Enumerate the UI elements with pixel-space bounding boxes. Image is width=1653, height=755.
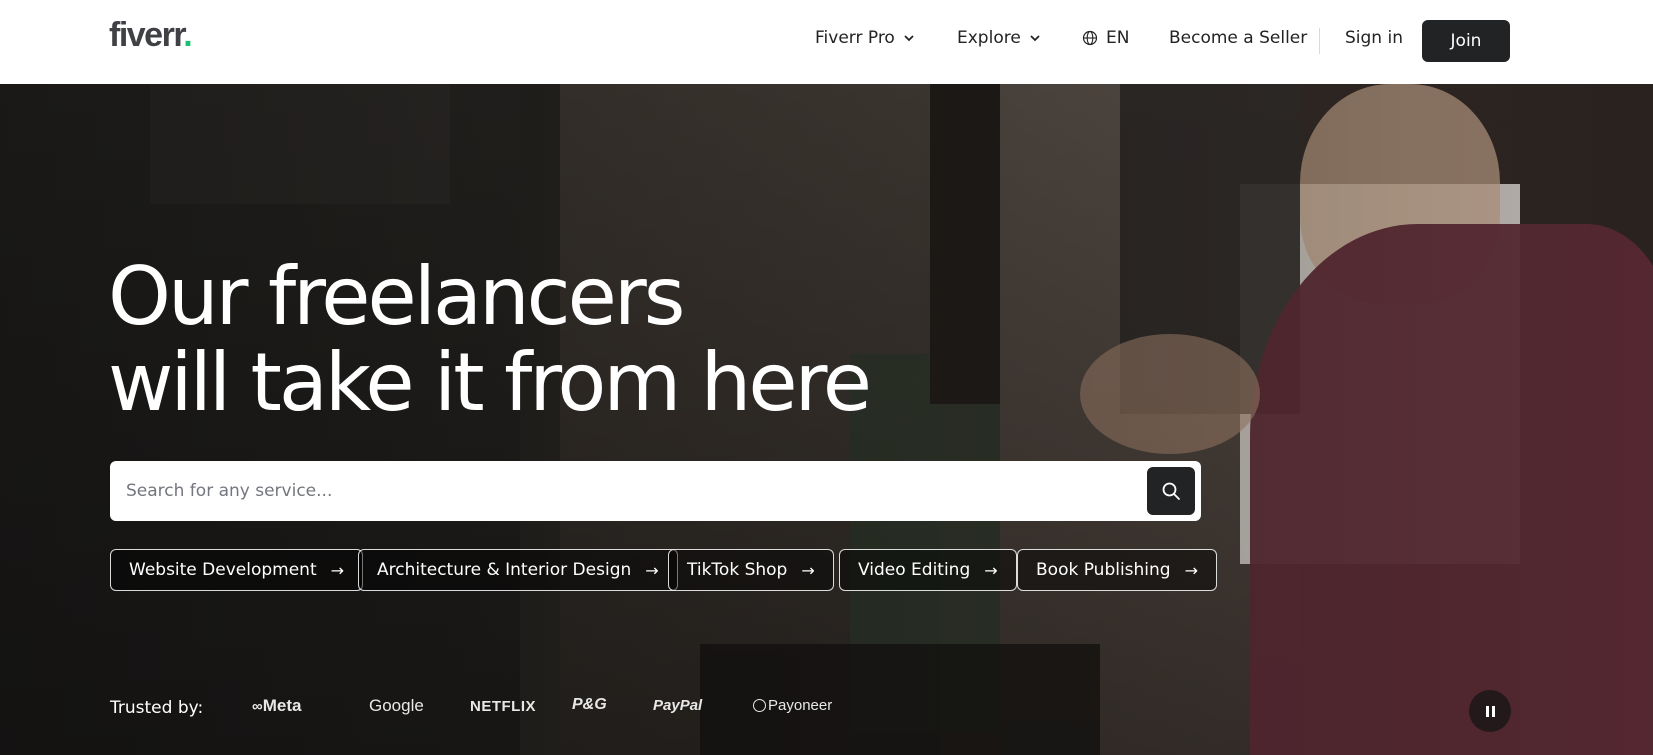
netflix-logo: NETFLIX <box>470 698 536 715</box>
chip-book-publishing[interactable]: Book Publishing → <box>1017 549 1218 591</box>
pause-icon <box>1484 702 1496 721</box>
nav-divider <box>1319 28 1320 54</box>
nav-fiverr-pro[interactable]: Fiverr Pro <box>815 28 915 48</box>
logo-text: fiverr <box>109 16 185 54</box>
paypal-logo: PayPal <box>653 697 703 714</box>
globe-icon <box>1082 30 1098 46</box>
hero-section: Our freelancers will take it from here W… <box>0 84 1653 755</box>
chip-label: Architecture & Interior Design <box>377 560 632 580</box>
chevron-down-icon <box>1030 35 1040 42</box>
nav-sign-in-label: Sign in <box>1345 28 1403 48</box>
arrow-right-icon: → <box>1184 560 1199 580</box>
chip-label: TikTok Shop <box>687 560 788 580</box>
chip-video-editing[interactable]: Video Editing → <box>839 549 1017 591</box>
arrow-right-icon: → <box>330 560 345 580</box>
payoneer-logo: Payoneer <box>753 697 832 714</box>
search-icon <box>1162 482 1180 500</box>
search-bar <box>110 461 1201 521</box>
nav-become-seller-label: Become a Seller <box>1169 28 1308 48</box>
arrow-right-icon: → <box>801 560 815 580</box>
chevron-down-icon <box>904 35 914 42</box>
chip-architecture-interior-design[interactable]: Architecture & Interior Design → <box>358 549 678 591</box>
hero-headline-line2: will take it from here <box>108 336 872 429</box>
nav-language[interactable]: EN <box>1082 28 1129 48</box>
chip-label: Website Development <box>129 560 317 580</box>
logo-dot: . <box>183 16 192 54</box>
join-button-label: Join <box>1450 31 1482 51</box>
chip-tiktok-shop[interactable]: TikTok Shop → <box>668 549 834 591</box>
search-input[interactable] <box>126 461 1086 521</box>
google-logo: Google <box>369 696 424 715</box>
chip-label: Video Editing <box>858 560 971 580</box>
join-button[interactable]: Join <box>1422 20 1510 62</box>
nav-fiverr-pro-label: Fiverr Pro <box>815 28 895 48</box>
meta-logo: ∞Meta <box>252 696 302 715</box>
chip-label: Book Publishing <box>1036 560 1171 580</box>
nav-explore[interactable]: Explore <box>957 28 1041 48</box>
fiverr-logo[interactable]: fiverr. <box>109 16 193 55</box>
search-button[interactable] <box>1147 467 1195 515</box>
pause-video-button[interactable] <box>1469 690 1511 732</box>
nav-become-seller[interactable]: Become a Seller <box>1169 28 1307 48</box>
arrow-right-icon: → <box>984 560 998 580</box>
trusted-by-label: Trusted by: <box>110 698 204 718</box>
nav-sign-in[interactable]: Sign in <box>1345 28 1403 48</box>
pg-logo: P&G <box>572 696 607 713</box>
hero-headline: Our freelancers will take it from here <box>108 250 872 429</box>
site-header: fiverr. Fiverr Pro Explore EN Become a S… <box>0 0 1653 84</box>
hero-headline-line1: Our freelancers <box>108 250 685 343</box>
nav-language-label: EN <box>1106 28 1130 48</box>
chip-website-development[interactable]: Website Development → <box>110 549 364 591</box>
arrow-right-icon: → <box>645 560 659 580</box>
nav-explore-label: Explore <box>957 28 1021 48</box>
